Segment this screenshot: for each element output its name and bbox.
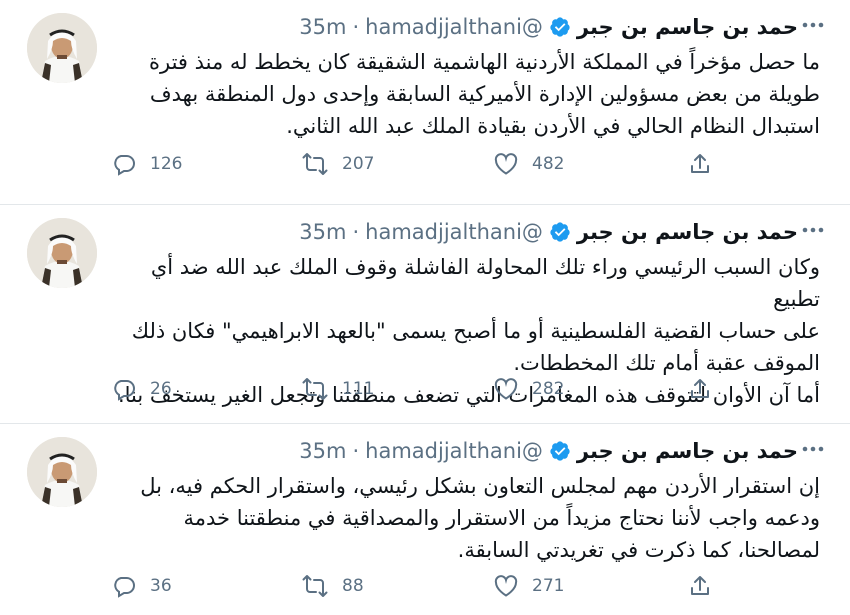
tweet[interactable]: حمد بن جاسم بن جبر @hamadjjalthani · 35m… xyxy=(0,424,850,615)
avatar-image xyxy=(27,13,97,83)
like-button[interactable]: 271 xyxy=(494,572,564,600)
heart-icon xyxy=(494,378,518,400)
retweet-count: 111 xyxy=(342,379,375,399)
author-name[interactable]: حمد بن جاسم بن جبر xyxy=(577,439,798,463)
like-count: 271 xyxy=(532,576,565,596)
retweet-button[interactable]: 88 xyxy=(302,572,364,600)
tweet-header: حمد بن جاسم بن جبر @hamadjjalthani · 35m xyxy=(108,8,798,46)
verified-badge-icon xyxy=(549,16,571,38)
verified-badge-icon xyxy=(549,221,571,243)
author-handle[interactable]: @hamadjjalthani xyxy=(365,15,543,39)
tweet-line: لمصالحنا، كما ذكرت في تغريدتي السابقة. xyxy=(457,538,820,562)
retweet-icon xyxy=(302,152,328,176)
tweet-line: استبدال النظام الحالي في الأردن بقيادة ا… xyxy=(286,114,820,138)
tweet-actions: 126 207 482 xyxy=(112,150,732,178)
share-button[interactable] xyxy=(688,572,712,600)
retweet-button[interactable]: 207 xyxy=(302,150,374,178)
author-name[interactable]: حمد بن جاسم بن جبر xyxy=(577,220,798,244)
share-icon xyxy=(688,574,712,598)
tweet-header: حمد بن جاسم بن جبر @hamadjjalthani · 35m xyxy=(108,213,798,251)
more-options-icon[interactable] xyxy=(798,14,828,36)
tweet-line: وكان السبب الرئيسي وراء تلك المحاولة الف… xyxy=(150,255,820,311)
tweet-timestamp[interactable]: 35m xyxy=(299,15,346,39)
tweet-text: ما حصل مؤخراً في المملكة الأردنية الهاشم… xyxy=(108,46,820,142)
more-options-icon[interactable] xyxy=(798,438,828,460)
reply-count: 26 xyxy=(150,379,172,399)
tweet-line: على حساب القضية الفلسطينية أو ما أصبح يس… xyxy=(131,319,820,343)
more-options-icon[interactable] xyxy=(798,219,828,241)
separator-dot: · xyxy=(352,15,360,39)
reply-count: 36 xyxy=(150,576,172,596)
tweet-line: طويلة من بعض مسؤولين الإدارة الأميركية ا… xyxy=(149,82,820,106)
like-button[interactable]: 482 xyxy=(494,150,564,178)
reply-icon xyxy=(112,574,136,598)
tweet-timeline: حمد بن جاسم بن جبر @hamadjjalthani · 35m… xyxy=(0,0,850,615)
tweet-line: إن استقرار الأردن مهم لمجلس التعاون بشكل… xyxy=(140,474,820,498)
tweet-actions: 36 88 271 xyxy=(112,572,732,600)
reply-count: 126 xyxy=(150,154,183,174)
avatar-image xyxy=(27,437,97,507)
tweet-line: ودعمه واجب لأننا نحتاج مزيداً من الاستقر… xyxy=(183,506,820,530)
separator-dot: · xyxy=(352,220,360,244)
tweet-actions: 26 111 282 xyxy=(112,375,732,403)
share-button[interactable] xyxy=(688,375,712,403)
like-count: 482 xyxy=(532,154,565,174)
avatar[interactable] xyxy=(27,218,97,288)
retweet-button[interactable]: 111 xyxy=(302,375,374,403)
like-button[interactable]: 282 xyxy=(494,375,564,403)
retweet-icon xyxy=(302,377,328,401)
author-handle[interactable]: @hamadjjalthani xyxy=(365,439,543,463)
reply-icon xyxy=(112,377,136,401)
retweet-count: 207 xyxy=(342,154,375,174)
tweet-text: إن استقرار الأردن مهم لمجلس التعاون بشكل… xyxy=(108,470,820,566)
separator-dot: · xyxy=(352,439,360,463)
heart-icon xyxy=(494,575,518,597)
reply-button[interactable]: 36 xyxy=(112,572,172,600)
avatar[interactable] xyxy=(27,13,97,83)
avatar[interactable] xyxy=(27,437,97,507)
author-name[interactable]: حمد بن جاسم بن جبر xyxy=(577,15,798,39)
retweet-icon xyxy=(302,574,328,598)
avatar-image xyxy=(27,218,97,288)
share-icon xyxy=(688,152,712,176)
like-count: 282 xyxy=(532,379,565,399)
tweet-line: ما حصل مؤخراً في المملكة الأردنية الهاشم… xyxy=(148,50,820,74)
reply-button[interactable]: 26 xyxy=(112,375,172,403)
tweet-timestamp[interactable]: 35m xyxy=(299,439,346,463)
share-button[interactable] xyxy=(688,150,712,178)
author-handle[interactable]: @hamadjjalthani xyxy=(365,220,543,244)
tweet-timestamp[interactable]: 35m xyxy=(299,220,346,244)
reply-icon xyxy=(112,152,136,176)
tweet[interactable]: حمد بن جاسم بن جبر @hamadjjalthani · 35m… xyxy=(0,0,850,205)
heart-icon xyxy=(494,153,518,175)
tweet-header: حمد بن جاسم بن جبر @hamadjjalthani · 35m xyxy=(108,432,798,470)
tweet[interactable]: حمد بن جاسم بن جبر @hamadjjalthani · 35m… xyxy=(0,205,850,424)
retweet-count: 88 xyxy=(342,576,364,596)
share-icon xyxy=(688,377,712,401)
reply-button[interactable]: 126 xyxy=(112,150,182,178)
verified-badge-icon xyxy=(549,440,571,462)
